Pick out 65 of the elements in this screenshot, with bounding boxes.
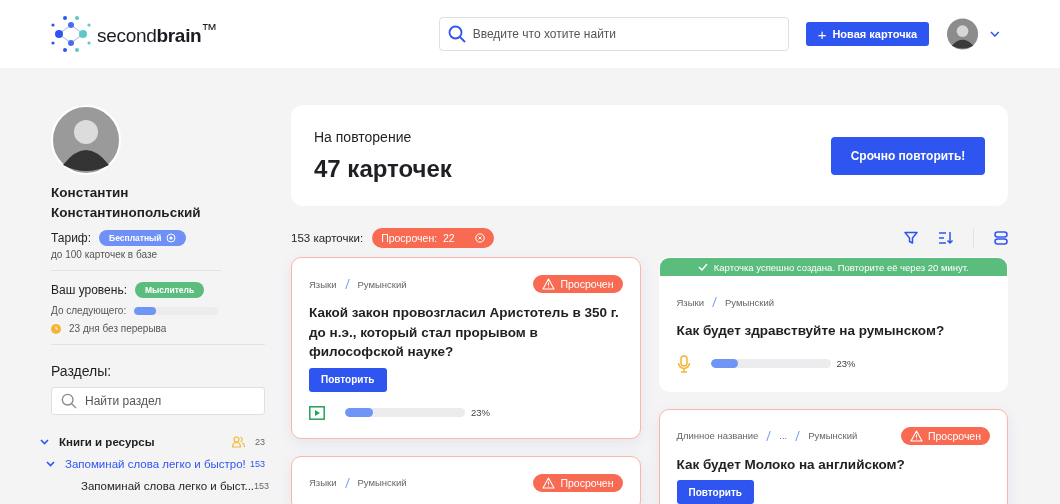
breadcrumb-item[interactable]: Длинное название (676, 430, 759, 441)
section-count: 153 (254, 481, 270, 491)
level-label: Ваш уровень: (51, 283, 127, 297)
section-count: 153 (249, 459, 265, 469)
target-icon (165, 233, 176, 243)
breadcrumb-item[interactable]: Румынский (725, 296, 775, 308)
search-field[interactable]: Введите что хотите найти (438, 17, 789, 51)
check-icon (697, 263, 708, 271)
repeat-button[interactable]: Повторить (309, 367, 387, 392)
card-question: Как будет здравствуйте на румынском? (676, 322, 946, 340)
warning-icon (909, 429, 923, 442)
logo-wordmark: secondbrain$^{™}$ (97, 20, 217, 48)
review-count: 47 карточек (314, 154, 452, 183)
warning-icon (542, 476, 556, 489)
tariff-label: Тариф: (51, 231, 92, 245)
streak-text: 23 дня без перерыва (69, 323, 167, 334)
urgent-review-button[interactable]: Срочно повторить! (831, 136, 985, 175)
breadcrumb-item[interactable]: Румынский (357, 278, 407, 290)
clock-icon (51, 323, 61, 334)
section-search-field[interactable]: Найти раздел (51, 387, 265, 415)
section-item[interactable]: Книги и ресурсы (59, 436, 232, 448)
caret-icon[interactable] (990, 31, 1000, 37)
section-item[interactable]: Запоминай слова легко и быст... (81, 480, 255, 492)
progress-reading: 23% (471, 407, 490, 418)
breadcrumb-item[interactable]: Языки (309, 477, 337, 488)
overdue-badge: Просрочен (533, 275, 623, 293)
search-icon (61, 393, 77, 409)
flash-card[interactable]: Языки Румынский Просрочен (291, 455, 641, 504)
avatar[interactable] (947, 18, 979, 50)
flash-card[interactable]: Карточка успешно создана. Повторите её через 20 минут. Языки Румынский Как будет здравствуйте на румынском? 23% (658, 257, 1008, 392)
filter-icon[interactable] (904, 231, 918, 245)
flash-card[interactable]: Длинное название ... Румынский Просрочен Как будет Молоко на английском? Повторить (658, 408, 1008, 504)
section-count: 23 (255, 437, 265, 447)
profile-avatar (51, 105, 121, 175)
progress-reading: 23% (836, 358, 856, 369)
next-level-label: До следующего: (51, 305, 127, 316)
overdue-badge: Просрочен (900, 426, 990, 445)
search-icon (447, 25, 466, 43)
section-item[interactable]: Запоминай слова легко и быстро! (65, 458, 250, 470)
layout-icon[interactable] (994, 231, 1008, 245)
warning-icon (542, 278, 556, 290)
chevron-icon[interactable] (39, 439, 49, 445)
sections-title: Разделы: (51, 363, 113, 379)
cards-total: 153 карточки: (291, 232, 364, 244)
review-label: На повторение (314, 128, 413, 145)
breadcrumb-item[interactable]: Языки (676, 296, 704, 308)
logo-icon (51, 15, 91, 53)
play-icon[interactable] (309, 405, 325, 420)
breadcrumb-item[interactable]: Румынский (808, 430, 858, 441)
level-badge: Мыслитель (135, 282, 205, 298)
tariff-note: до 100 карточек в базе (51, 249, 158, 260)
breadcrumb-item[interactable]: ... (779, 430, 788, 441)
chevron-icon[interactable] (45, 461, 55, 467)
breadcrumb-item[interactable]: Румынский (357, 477, 407, 488)
profile-name: Константин Константинопольский (51, 184, 202, 222)
sort-icon[interactable] (938, 231, 954, 245)
card-question: Как будет Молоко на английском? (676, 455, 906, 474)
new-card-button[interactable]: + Новая карточка (805, 22, 930, 46)
breadcrumb-item[interactable]: Языки (309, 278, 337, 290)
card-question: Какой закон провозгласил Аристотель в 350 г. до н.э., который стал прорывом в философской науке? (309, 304, 620, 361)
success-message: Карточка успешно создана. Повторите её через 20 минут. (713, 261, 969, 273)
close-icon[interactable] (474, 233, 485, 243)
overdue-badge: Просрочен (533, 473, 623, 492)
repeat-button[interactable]: Повторить (676, 480, 754, 504)
flash-card[interactable]: Языки Румынский Просрочен Какой закон провозгласил Аристотель в 350 г. до н.э., который стал прорывом в философской науке? Повторить 23% (291, 257, 641, 439)
